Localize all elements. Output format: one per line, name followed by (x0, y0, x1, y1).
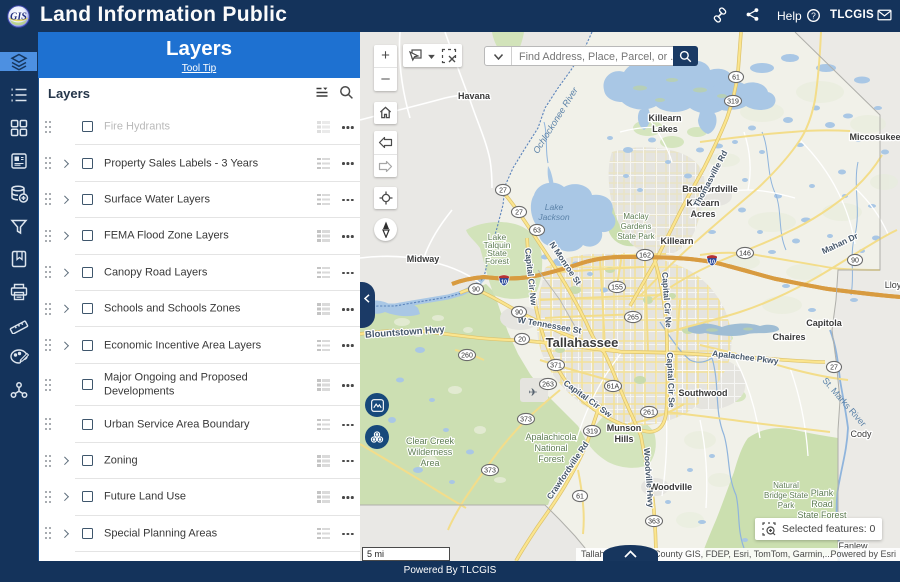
svg-text:Lakes: Lakes (652, 124, 678, 134)
svg-text:61: 61 (732, 75, 740, 82)
svg-text:Capital Cir Se: Capital Cir Se (665, 352, 677, 408)
svg-text:Killearn: Killearn (660, 236, 693, 246)
svg-text:Apalachicola: Apalachicola (525, 432, 576, 442)
svg-text:Natural: Natural (773, 481, 799, 490)
svg-text:162: 162 (639, 253, 651, 260)
svg-text:?: ? (811, 11, 816, 21)
svg-text:Forest: Forest (538, 454, 564, 464)
svg-text:63: 63 (533, 228, 541, 235)
svg-text:Chaires: Chaires (772, 332, 805, 342)
svg-text:373: 373 (520, 417, 532, 424)
svg-text:Munson: Munson (607, 423, 642, 433)
svg-text:Woodville: Woodville (650, 482, 692, 492)
svg-text:260: 260 (461, 353, 473, 360)
svg-text:363: 363 (648, 519, 660, 526)
svg-text:Clear Creek: Clear Creek (406, 436, 455, 446)
svg-text:27: 27 (830, 365, 838, 372)
svg-text:319: 319 (586, 429, 598, 436)
svg-text:10: 10 (501, 280, 507, 286)
svg-text:319: 319 (727, 99, 739, 106)
svg-text:261: 261 (643, 410, 655, 417)
svg-text:Maclay: Maclay (623, 212, 648, 221)
svg-text:61: 61 (576, 494, 584, 501)
svg-text:Gardens: Gardens (621, 222, 652, 231)
svg-text:Area: Area (420, 458, 439, 468)
svg-text:155: 155 (611, 285, 623, 292)
svg-text:20: 20 (518, 337, 526, 344)
svg-text:263: 263 (542, 382, 554, 389)
svg-text:90: 90 (851, 258, 859, 265)
svg-text:90: 90 (472, 287, 480, 294)
svg-text:Lake: Lake (545, 202, 564, 212)
svg-text:Capitola: Capitola (806, 318, 842, 328)
svg-text:27: 27 (515, 210, 523, 217)
svg-text:61A: 61A (607, 384, 620, 391)
svg-text:Jackson: Jackson (537, 212, 569, 222)
svg-text:Road: Road (811, 499, 833, 509)
svg-text:State Park: State Park (617, 232, 655, 241)
svg-text:Havana: Havana (458, 91, 491, 101)
svg-text:Wilderness: Wilderness (408, 447, 453, 457)
svg-text:90: 90 (515, 310, 523, 317)
svg-text:Cody: Cody (850, 429, 872, 439)
svg-text:Forest: Forest (485, 256, 510, 266)
svg-text:Acres: Acres (690, 209, 715, 219)
svg-text:Bridge State: Bridge State (764, 491, 809, 500)
svg-text:Plank: Plank (811, 488, 834, 498)
svg-text:✈: ✈ (528, 387, 537, 399)
svg-text:Lloy: Lloy (885, 280, 900, 290)
svg-text:Midway: Midway (407, 254, 440, 264)
svg-text:GIS: GIS (10, 11, 27, 22)
svg-text:Killearn: Killearn (648, 113, 681, 123)
svg-text:27: 27 (499, 188, 507, 195)
svg-text:10: 10 (709, 260, 715, 266)
svg-text:Tallahassee: Tallahassee (546, 335, 619, 350)
svg-text:146: 146 (739, 251, 751, 258)
svg-text:371: 371 (550, 363, 562, 370)
svg-text:Hills: Hills (614, 434, 633, 444)
svg-text:Miccosukee: Miccosukee (849, 132, 900, 142)
svg-text:Park: Park (778, 501, 795, 510)
svg-text:373: 373 (484, 468, 496, 475)
svg-text:National: National (534, 443, 567, 453)
svg-text:265: 265 (627, 315, 639, 322)
svg-text:Southwood: Southwood (679, 388, 728, 398)
